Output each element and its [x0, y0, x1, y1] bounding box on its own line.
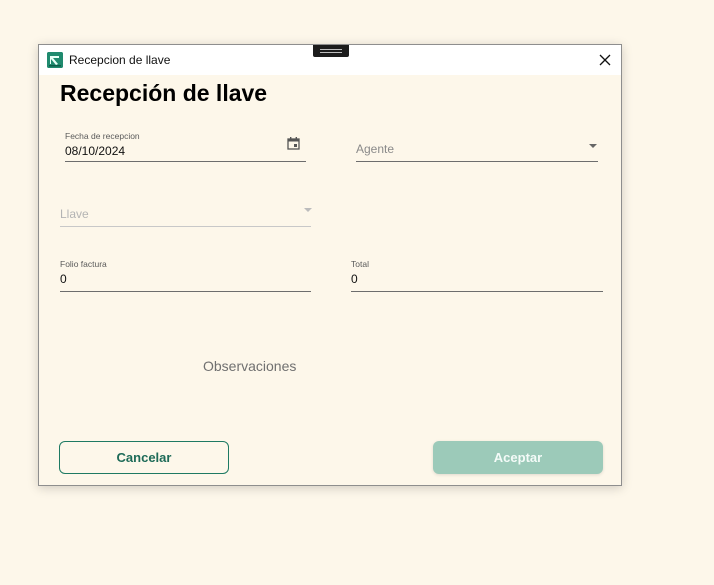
- chevron-down-icon: [589, 144, 597, 148]
- llave-select[interactable]: Llave: [60, 197, 312, 227]
- fecha-recepcion-underline: [65, 161, 306, 162]
- agente-select[interactable]: Agente: [356, 131, 598, 162]
- agente-placeholder: Agente: [356, 142, 395, 156]
- total-field[interactable]: Total 0: [351, 259, 603, 292]
- llave-placeholder: Llave: [60, 207, 89, 221]
- window-title: Recepcion de llave: [69, 53, 171, 67]
- fecha-recepcion-field[interactable]: Fecha de recepcion 08/10/2024: [65, 131, 306, 162]
- total-underline: [351, 291, 603, 292]
- observaciones-field[interactable]: Observaciones: [203, 358, 296, 374]
- title-bar[interactable]: Recepcion de llave: [39, 45, 621, 75]
- close-button[interactable]: [589, 45, 621, 75]
- folio-factura-label: Folio factura: [60, 259, 107, 269]
- chevron-down-icon: [304, 208, 312, 212]
- folio-factura-underline: [60, 291, 311, 292]
- folio-factura-field[interactable]: Folio factura 0: [60, 259, 311, 292]
- folio-factura-value: 0: [60, 272, 67, 286]
- dialog-window: Recepcion de llave Recepción de llave Fe…: [38, 44, 622, 486]
- app-logo-icon: [47, 52, 63, 68]
- close-icon: [599, 54, 611, 66]
- llave-underline: [60, 226, 311, 227]
- cancel-button[interactable]: Cancelar: [59, 441, 229, 474]
- calendar-icon[interactable]: [287, 137, 300, 150]
- fecha-recepcion-label: Fecha de recepcion: [65, 131, 140, 141]
- drag-handle[interactable]: [313, 45, 349, 57]
- total-value: 0: [351, 272, 358, 286]
- accept-button[interactable]: Aceptar: [433, 441, 603, 474]
- total-label: Total: [351, 259, 369, 269]
- page-title: Recepción de llave: [60, 80, 268, 106]
- fecha-recepcion-value: 08/10/2024: [65, 144, 126, 158]
- agente-underline: [356, 161, 598, 162]
